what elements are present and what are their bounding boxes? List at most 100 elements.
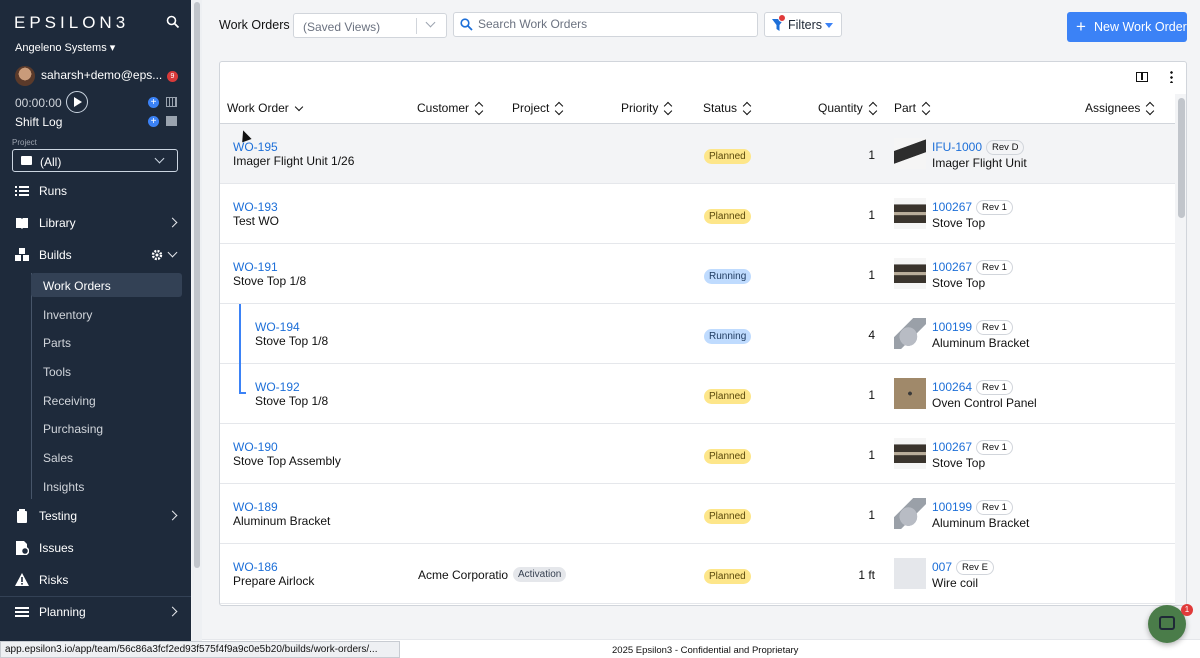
part-link[interactable]: 007 Rev E [932, 560, 994, 575]
org-selector[interactable]: Angeleno Systems ▾ [15, 41, 115, 54]
tree-connector [239, 364, 241, 393]
col-status[interactable]: Status [703, 101, 751, 115]
col-customer-label: Customer [417, 101, 470, 115]
menu-icon [15, 607, 29, 617]
nav-inventory[interactable]: Inventory [31, 302, 182, 326]
project-select[interactable]: (All) [12, 149, 178, 172]
user-menu[interactable]: saharsh+demo@eps... 9 [15, 64, 185, 86]
search-icon[interactable] [166, 15, 180, 29]
search-field[interactable] [453, 12, 758, 37]
new-work-order-button[interactable]: + New Work Order [1067, 12, 1187, 42]
caret-down-icon: ▾ [109, 42, 116, 54]
columns-icon[interactable] [1136, 72, 1148, 82]
table-row-child[interactable]: WO-192 Stove Top 1/8 Planned 1 100264 Rev… [220, 364, 1175, 424]
part-thumbnail [894, 438, 926, 469]
nav-testing[interactable]: Testing [15, 506, 183, 526]
shift-log-link[interactable]: Shift Log [15, 115, 62, 129]
sidebar-scrollbar-thumb[interactable] [194, 2, 200, 568]
col-customer[interactable]: Customer [417, 101, 483, 115]
nav-purchasing[interactable]: Purchasing [31, 416, 182, 440]
part-link[interactable]: 100267 Rev 1 [932, 200, 1013, 215]
part-name: Aluminum Bracket [932, 336, 1030, 350]
part-link[interactable]: IFU-1000 Rev D [932, 140, 1025, 155]
revision-badge: Rev E [956, 560, 994, 575]
nav-builds[interactable]: Builds [15, 245, 183, 265]
filters-button[interactable]: Filters [764, 12, 842, 37]
nav-library[interactable]: Library [15, 213, 183, 233]
table-row-child[interactable]: WO-194 Stove Top 1/8 Running 4 100199 Rev… [220, 304, 1175, 364]
table-row[interactable]: WO-186 Prepare Airlock Acme Corporation … [220, 544, 1175, 604]
nav-testing-label: Testing [39, 509, 78, 523]
chevron-right-icon [167, 217, 178, 228]
work-order-link[interactable]: WO-193 [233, 200, 278, 214]
work-order-link[interactable]: WO-192 [255, 380, 300, 394]
search-input[interactable] [478, 17, 748, 31]
chevron-down-icon [425, 17, 436, 28]
col-status-label: Status [703, 101, 738, 115]
work-order-link[interactable]: WO-186 [233, 560, 278, 574]
nav-tools[interactable]: Tools [31, 359, 182, 383]
user-name: saharsh+demo@eps... [41, 68, 163, 82]
table-scrollbar-thumb[interactable] [1178, 98, 1185, 218]
nav-insights[interactable]: Insights [31, 474, 182, 498]
nav-work-orders[interactable]: Work Orders [31, 273, 182, 297]
nav-parts[interactable]: Parts [31, 330, 182, 354]
part-link[interactable]: 100267 Rev 1 [932, 260, 1013, 275]
more-options-icon[interactable] [1170, 70, 1173, 83]
part-link[interactable]: 100267 Rev 1 [932, 440, 1013, 455]
nav-receiving[interactable]: Receiving [31, 388, 182, 412]
status-badge: Planned [704, 569, 751, 584]
part-link[interactable]: 100199 Rev 1 [932, 500, 1013, 515]
nav-risks[interactable]: Risks [15, 570, 183, 590]
chat-badge: 1 [1181, 604, 1193, 616]
work-order-name: Test WO [233, 214, 280, 228]
col-project[interactable]: Project [512, 101, 563, 115]
saved-views-select[interactable]: (Saved Views) [293, 13, 447, 38]
part-link[interactable]: 100264 Rev 1 [932, 380, 1013, 395]
nav-runs-label: Runs [39, 184, 68, 198]
add-shift-log-icon[interactable]: + [148, 116, 159, 127]
work-order-link[interactable]: WO-190 [233, 440, 278, 454]
col-assignees[interactable]: Assignees [1085, 101, 1154, 115]
nav-sales[interactable]: Sales [31, 445, 182, 469]
part-link[interactable]: 100199 Rev 1 [932, 320, 1013, 335]
part-thumbnail [894, 558, 926, 589]
table-row[interactable]: WO-193 Test WO Planned 1 100267 Rev 1 Sto… [220, 184, 1175, 244]
nav-library-label: Library [39, 216, 76, 230]
table-toolbar [220, 62, 1186, 94]
col-quantity[interactable]: Quantity [818, 101, 877, 115]
table-row[interactable]: WO-191 Stove Top 1/8 Running 1 100267 Rev… [220, 244, 1175, 304]
copyright-text: 2025 Epsilon3 - Confidential and Proprie… [612, 645, 799, 656]
nav-planning[interactable]: Planning [15, 602, 183, 622]
col-part[interactable]: Part [894, 101, 930, 115]
part-name: Imager Flight Unit [932, 156, 1027, 170]
part-id: 007 [932, 560, 953, 574]
gear-icon[interactable] [151, 249, 163, 261]
nav-runs[interactable]: Runs [15, 181, 183, 201]
add-icon[interactable]: + [148, 97, 159, 108]
quantity-value: 1 [868, 448, 875, 462]
table-row[interactable]: WO-195 Imager Flight Unit 1/26 Planned 1… [220, 124, 1175, 184]
avatar [15, 66, 35, 86]
revision-badge: Rev D [986, 140, 1025, 155]
chat-icon [1159, 616, 1175, 630]
table-row[interactable]: WO-190 Stove Top Assembly Planned 1 1002… [220, 424, 1175, 484]
sidebar: EPSILON3 Angeleno Systems ▾ saharsh+demo… [0, 0, 191, 658]
notebook-icon[interactable] [166, 116, 177, 126]
work-order-link[interactable]: WO-195 [233, 140, 278, 154]
nav-issues[interactable]: Issues [15, 538, 183, 558]
col-work-order[interactable]: Work Order [227, 101, 303, 115]
quantity-value: 1 [868, 268, 875, 282]
table-row[interactable]: WO-189 Aluminum Bracket Planned 1 100199… [220, 484, 1175, 544]
play-timer-button[interactable] [66, 91, 88, 113]
col-priority[interactable]: Priority [621, 101, 672, 115]
work-order-link[interactable]: WO-189 [233, 500, 278, 514]
col-part-label: Part [894, 101, 917, 115]
app-logo[interactable]: EPSILON3 [14, 13, 129, 33]
chevron-down-icon [167, 247, 178, 258]
work-order-link[interactable]: WO-194 [255, 320, 300, 334]
filters-label: Filters [788, 18, 823, 32]
part-thumbnail [894, 138, 926, 169]
table-icon[interactable] [166, 97, 177, 107]
work-order-link[interactable]: WO-191 [233, 260, 278, 274]
